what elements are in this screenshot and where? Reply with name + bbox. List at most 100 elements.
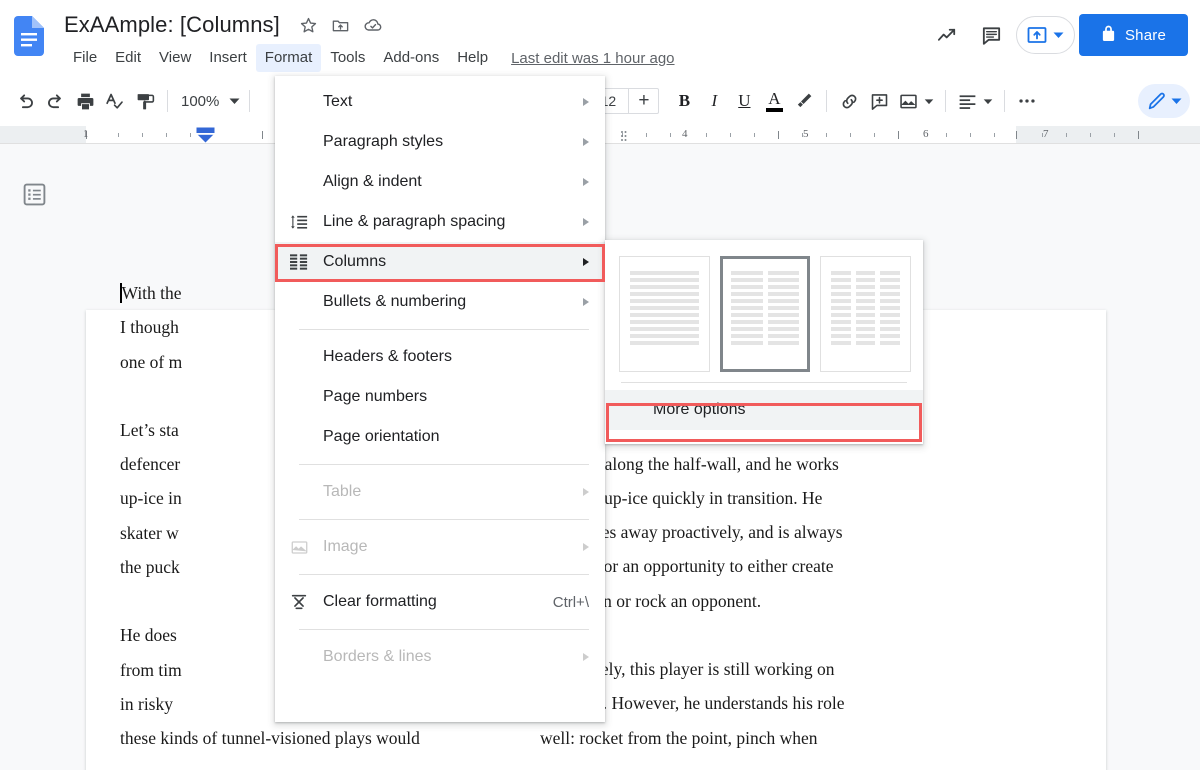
print-icon[interactable]	[70, 86, 100, 116]
last-edit-link[interactable]: Last edit was 1 hour ago	[511, 50, 674, 67]
format-menu[interactable]: Text Paragraph styles Align & indent Lin…	[275, 76, 605, 722]
menu-item-line-paragraph-spacing[interactable]: Line & paragraph spacing	[275, 202, 605, 242]
present-button[interactable]	[1015, 16, 1075, 54]
chevron-right-icon	[583, 138, 589, 146]
underline-button[interactable]: U	[729, 86, 759, 116]
menu-item-table: Table	[275, 472, 605, 512]
columns-submenu[interactable]: More options	[605, 240, 923, 444]
google-docs-window: ExAAmple: [Columns] File Edit View Inser…	[0, 0, 1200, 770]
italic-button[interactable]: I	[699, 86, 729, 116]
thumb-column	[855, 271, 876, 357]
ruler-number: 4	[682, 128, 688, 140]
move-to-folder-icon[interactable]	[328, 12, 354, 38]
toolbar-divider	[945, 90, 947, 112]
menu-tools[interactable]: Tools	[321, 44, 374, 72]
menu-item-label: Headers & footers	[323, 348, 452, 365]
menu-help[interactable]: Help	[448, 44, 497, 72]
thumb-column	[630, 271, 699, 357]
menu-format[interactable]: Format	[255, 44, 322, 72]
menu-item-label: Columns	[323, 253, 387, 270]
editing-mode-button[interactable]	[1138, 84, 1190, 118]
title-action-icons	[296, 12, 386, 38]
menu-divider	[299, 574, 589, 575]
menu-item-label: Page orientation	[323, 428, 440, 445]
ruler-number: 5	[803, 128, 809, 140]
menu-item-label: Bullets & numbering	[323, 293, 467, 310]
menu-insert[interactable]: Insert	[200, 44, 256, 72]
chevron-down-icon	[229, 92, 240, 110]
menu-file[interactable]: File	[64, 44, 106, 72]
menu-item-label: Line & paragraph spacing	[323, 213, 506, 230]
chevron-right-icon	[583, 543, 589, 551]
cloud-saved-icon[interactable]	[360, 12, 386, 38]
docs-logo-icon[interactable]	[14, 16, 44, 56]
redo-icon[interactable]	[40, 86, 70, 116]
chevron-down-icon	[1171, 92, 1182, 110]
column-divider-handle[interactable]	[620, 129, 627, 141]
star-icon[interactable]	[296, 12, 322, 38]
insert-link-icon[interactable]	[834, 86, 864, 116]
header-actions: Share	[928, 14, 1188, 56]
menu-item-headers-footers[interactable]: Headers & footers	[275, 337, 605, 377]
menu-add-ons[interactable]: Add-ons	[374, 44, 448, 72]
paint-format-icon[interactable]	[130, 86, 160, 116]
menu-view[interactable]: View	[150, 44, 200, 72]
menu-item-page-orientation[interactable]: Page orientation	[275, 417, 605, 457]
menu-item-label: Clear formatting	[323, 593, 437, 610]
one-column-option[interactable]	[619, 256, 710, 372]
highlight-color-icon[interactable]	[789, 86, 819, 116]
menu-item-text[interactable]: Text	[275, 82, 605, 122]
activity-dashboard-icon[interactable]	[928, 15, 968, 55]
share-button[interactable]: Share	[1078, 14, 1188, 56]
more-options-item[interactable]: More options	[605, 390, 923, 430]
three-column-option[interactable]	[820, 256, 912, 372]
insert-image-button[interactable]	[894, 86, 938, 116]
menu-item-clear-formatting[interactable]: Clear formatting Ctrl+\	[275, 582, 605, 622]
increase-font-size-button[interactable]: +	[628, 88, 658, 114]
undo-icon[interactable]	[10, 86, 40, 116]
bold-label: B	[678, 91, 691, 110]
menu-item-label: Text	[323, 93, 353, 110]
menu-item-label: Align & indent	[323, 173, 422, 190]
menu-item-page-numbers[interactable]: Page numbers	[275, 377, 605, 417]
spelling-check-icon[interactable]	[100, 86, 130, 116]
clear-formatting-icon	[289, 592, 309, 612]
menu-item-paragraph-styles[interactable]: Paragraph styles	[275, 122, 605, 162]
menu-item-label: Borders & lines	[323, 648, 432, 665]
app-header: ExAAmple: [Columns] File Edit View Inser…	[0, 0, 1200, 75]
chevron-right-icon	[583, 178, 589, 186]
menu-item-label: Image	[323, 538, 368, 555]
menu-item-columns[interactable]: Columns	[275, 242, 605, 282]
page-title[interactable]: ExAAmple: [Columns]	[64, 12, 280, 38]
menu-edit[interactable]: Edit	[106, 44, 150, 72]
thumb-column	[831, 271, 851, 357]
add-comment-icon[interactable]	[864, 86, 894, 116]
text-color-label: A	[768, 88, 781, 108]
align-button[interactable]	[953, 86, 997, 116]
chevron-right-icon	[583, 258, 589, 266]
chevron-right-icon	[583, 653, 589, 661]
menu-item-label: Page numbers	[323, 388, 428, 405]
doc-line: well: rocket from the point, pinch when	[540, 727, 818, 748]
menu-item-align-indent[interactable]: Align & indent	[275, 162, 605, 202]
thumb-column	[730, 271, 763, 357]
menu-item-label: Paragraph styles	[323, 133, 444, 150]
underline-label: U	[738, 91, 751, 110]
bold-button[interactable]: B	[669, 86, 699, 116]
chevron-right-icon	[583, 98, 589, 106]
menu-item-shortcut: Ctrl+\	[552, 593, 589, 611]
menu-item-bullets-numbering[interactable]: Bullets & numbering	[275, 282, 605, 322]
doc-line: these kinds of tunnel-visioned plays wou…	[120, 728, 420, 749]
menu-item-image: Image	[275, 527, 605, 567]
document-outline-icon[interactable]	[22, 182, 47, 207]
toolbar-divider	[167, 90, 168, 112]
two-column-option[interactable]	[719, 256, 811, 372]
document-title-row: ExAAmple: [Columns]	[64, 8, 386, 42]
more-toolbar-options-icon[interactable]	[1012, 86, 1042, 116]
text-color-button[interactable]: A	[759, 86, 789, 116]
ruler-number: 7	[1043, 128, 1049, 140]
present-dropdown-icon[interactable]	[1053, 26, 1064, 44]
columns-icon	[289, 252, 309, 272]
comment-history-icon[interactable]	[972, 15, 1012, 55]
zoom-selector[interactable]: 100%	[175, 92, 242, 110]
